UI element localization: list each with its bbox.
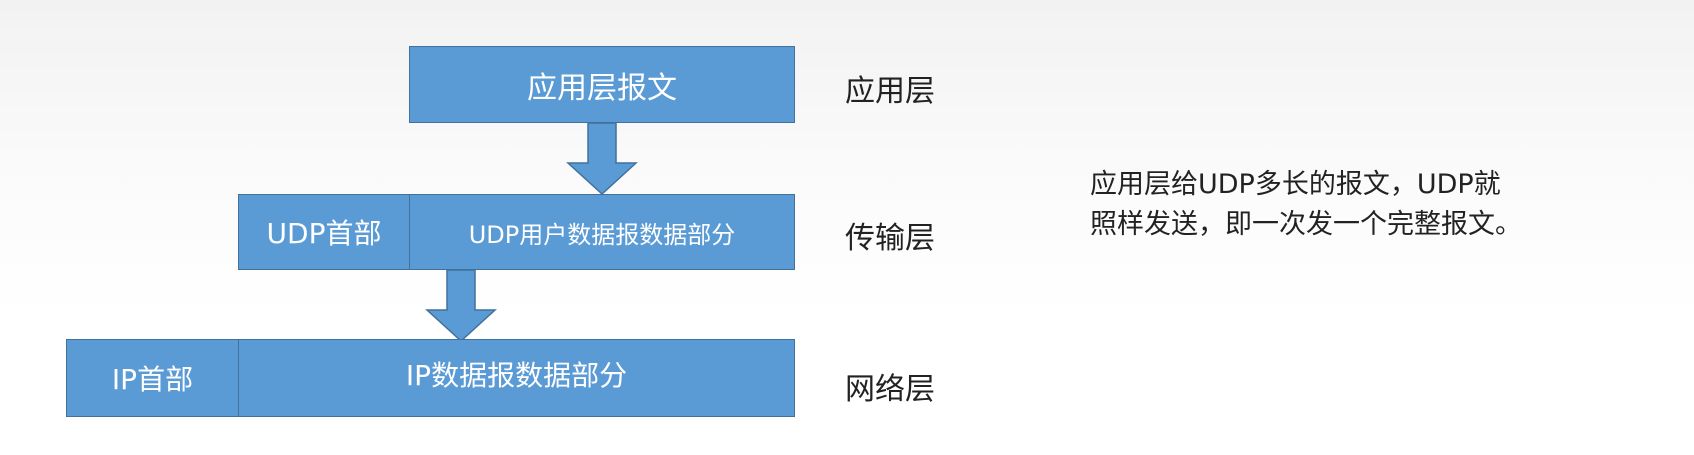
udp-header-label: UDP首部 [266, 217, 382, 250]
ip-header-box: IP首部 [66, 339, 239, 417]
app-layer-label: 应用层 [845, 74, 935, 109]
down-arrow-icon [566, 122, 638, 196]
udp-data-box: UDP用户数据报数据部分 [409, 194, 795, 270]
app-message-label: 应用层报文 [527, 70, 677, 106]
app-message-box: 应用层报文 [409, 46, 795, 123]
transport-layer-label: 传输层 [845, 221, 935, 256]
ip-data-box: IP数据报数据部分 [238, 339, 795, 417]
explanation-note: 应用层给UDP多长的报文，UDP就 照样发送，即一次发一个完整报文。 [1090, 165, 1522, 245]
udp-data-label: UDP用户数据报数据部分 [468, 220, 736, 249]
ip-data-label: IP数据报数据部分 [405, 359, 628, 392]
network-layer-label: 网络层 [845, 372, 935, 407]
note-line-1: 应用层给UDP多长的报文，UDP就 [1090, 169, 1501, 200]
note-line-2: 照样发送，即一次发一个完整报文。 [1090, 209, 1522, 240]
ip-header-label: IP首部 [111, 363, 194, 396]
down-arrow-icon [425, 269, 497, 343]
udp-header-box: UDP首部 [238, 194, 410, 270]
